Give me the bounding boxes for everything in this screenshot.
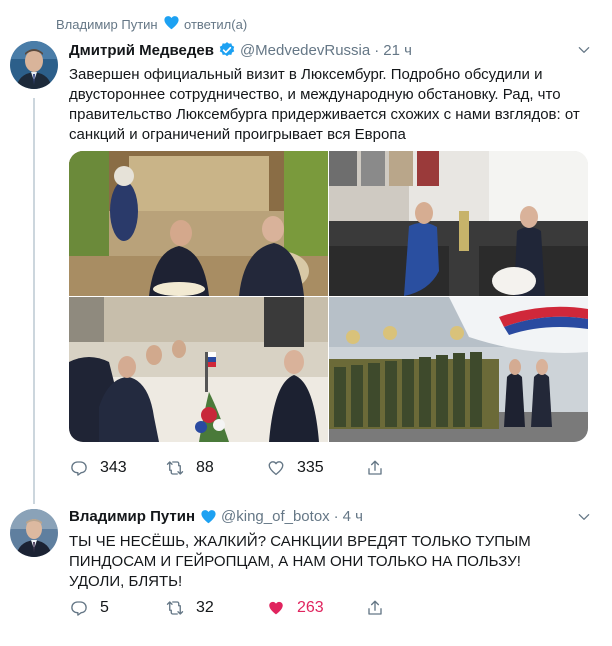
tweet2-reply-count: 5	[100, 599, 109, 616]
tweet1-author-name[interactable]: Дмитрий Медведев	[69, 42, 214, 59]
photo-delegation-table[interactable]	[69, 297, 328, 442]
tweet1-timestamp[interactable]: 21 ч	[383, 42, 412, 59]
context-actor[interactable]: Владимир Путин	[56, 17, 158, 32]
tweet2-text-line: ТЫ ЧЕ НЕСЁШЬ, ЖАЛКИЙ? САНКЦИИ ВРЕДЯТ ТОЛ…	[69, 533, 531, 550]
reply-icon	[71, 461, 87, 476]
putin-avatar[interactable]	[10, 509, 58, 557]
chevron-down-icon[interactable]	[577, 510, 591, 524]
tweet2-text-line: УДОЛИ, БЛЯТЬ!	[69, 573, 183, 590]
share-icon	[368, 600, 382, 615]
tweet2-like-count: 263	[297, 599, 324, 616]
tweet1-text: Завершен официальный визит в Люксембург.…	[69, 65, 594, 145]
tweet1-media-grid	[69, 151, 588, 442]
tweet2-reply-button[interactable]: 5	[70, 599, 109, 617]
like-icon	[269, 601, 283, 615]
photo-palace-meeting[interactable]	[69, 151, 328, 296]
separator-dot: ·	[333, 508, 339, 525]
tweet1-text-line: Завершен официальный визит в Люксембург.…	[69, 66, 543, 83]
tweet1-reply-count: 343	[100, 459, 127, 476]
tweet1-share-button[interactable]	[366, 459, 396, 477]
tweet1-text-line: двустороннее сотрудничество, и междунаро…	[69, 86, 561, 103]
share-icon	[368, 460, 382, 475]
verified-icon	[219, 42, 235, 57]
tweet2-text: ТЫ ЧЕ НЕСЁШЬ, ЖАЛКИЙ? САНКЦИИ ВРЕДЯТ ТОЛ…	[69, 532, 594, 592]
tweet1-text-line: правительство Люксембурга придерживается…	[69, 106, 580, 123]
tweet1-like-count: 335	[297, 459, 324, 476]
tweet2-retweet-button[interactable]: 32	[166, 599, 214, 617]
tweet1-retweet-button[interactable]: 88	[166, 459, 214, 477]
medvedev-avatar[interactable]	[10, 41, 58, 89]
tweet2-like-button[interactable]: 263	[267, 599, 324, 617]
tweet1-retweet-count: 88	[196, 459, 214, 476]
tweet1-header: Дмитрий Медведев @MedvedevRussia · 21 ч	[69, 41, 412, 59]
tweet2-text-line: ПИНДОСАМ И ГЕЙРОПЦАМ, А НАМ ОНИ ТОЛЬКО Н…	[69, 553, 521, 570]
retweet-icon	[166, 601, 184, 615]
photo-office-meeting[interactable]	[329, 151, 588, 296]
tweet1-like-button[interactable]: 335	[267, 459, 324, 477]
separator-dot: ·	[374, 41, 380, 59]
tweet1-reply-button[interactable]: 343	[70, 459, 127, 477]
context-action: ответил(а)	[184, 17, 248, 32]
heart-icon	[201, 510, 216, 524]
retweet-icon	[166, 461, 184, 475]
tweet2-header: Владимир Путин @king_of_botox · 4 ч	[69, 508, 363, 525]
tweet1-text-line: санкций и ограничений проигрывает вся Ев…	[69, 126, 406, 143]
thread-connector	[33, 98, 35, 504]
chevron-down-icon[interactable]	[577, 43, 591, 57]
reply-icon	[71, 601, 87, 616]
photo-honor-guard[interactable]	[329, 297, 588, 442]
like-icon	[268, 461, 284, 476]
tweet2-author-name[interactable]: Владимир Путин	[69, 508, 195, 525]
tweet2-share-button[interactable]	[366, 599, 396, 617]
tweet2-handle[interactable]: @king_of_botox	[221, 508, 330, 525]
heart-icon	[164, 16, 179, 30]
tweet2-timestamp[interactable]: 4 ч	[343, 508, 363, 525]
tweet1-handle[interactable]: @MedvedevRussia	[240, 42, 370, 59]
tweet2-retweet-count: 32	[196, 599, 214, 616]
